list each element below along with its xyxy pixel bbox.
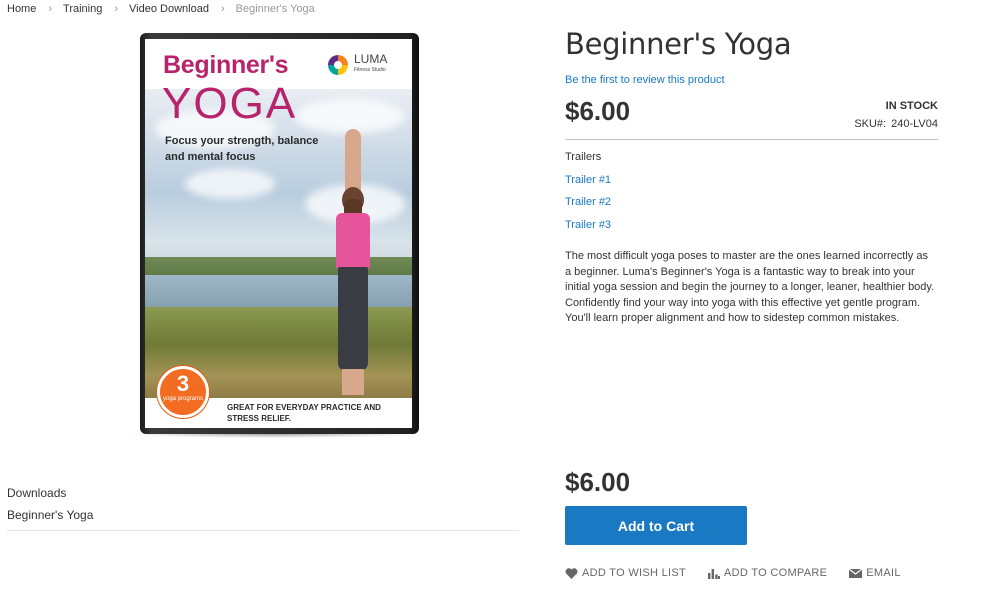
page-title: Beginner's Yoga [565, 27, 792, 61]
product-description: The most difficult yoga poses to master … [565, 250, 935, 324]
programs-badge: 3 yoga programs [157, 366, 209, 418]
cover-tagline: Focus your strength, balance and mental … [165, 135, 319, 163]
badge-text: yoga programs [162, 396, 204, 402]
badge-number: 3 [176, 371, 190, 396]
add-to-wishlist-link[interactable]: ADD TO WISH LIST [565, 567, 686, 579]
add-to-compare-link[interactable]: ADD TO COMPARE [708, 567, 827, 579]
cover-title-beginners: Beginner's [163, 51, 289, 79]
yoga-woman-figure [323, 129, 383, 399]
email-label: EMAIL [866, 567, 901, 579]
trailer-link-2[interactable]: Trailer #2 [565, 196, 611, 208]
downloads-title: Downloads [7, 486, 67, 500]
luma-logo-icon [328, 55, 348, 75]
dvd-cover: Beginner's YOGA Focus your strength, bal… [145, 39, 412, 428]
downloads-section: Downloads Beginner's Yoga [7, 486, 519, 531]
heart-icon [565, 567, 578, 579]
cover-footer-text: GREAT FOR EVERYDAY PRACTICE AND STRESS R… [227, 403, 381, 423]
breadcrumb-training[interactable]: Training [63, 3, 102, 15]
bar-chart-icon [708, 568, 721, 579]
envelope-icon [849, 568, 863, 578]
trailers-title: Trailers [565, 151, 602, 163]
product-image-gallery[interactable]: Beginner's YOGA Focus your strength, bal… [120, 28, 425, 440]
product-price-bottom: $6.00 [565, 467, 631, 497]
stock-status: IN STOCK [885, 100, 938, 112]
email-link[interactable]: EMAIL [849, 567, 901, 579]
dvd-case-image[interactable]: Beginner's YOGA Focus your strength, bal… [140, 33, 419, 434]
breadcrumb-current: Beginner's Yoga [235, 3, 315, 15]
luma-logo: LUMA Fitness Studio [328, 52, 388, 76]
compare-label: ADD TO COMPARE [724, 567, 828, 579]
downloads-item: Beginner's Yoga [7, 508, 94, 522]
sku-label: SKU#: [854, 118, 887, 130]
trailer-link-1[interactable]: Trailer #1 [565, 174, 611, 186]
product-price: $6.00 [565, 96, 631, 126]
divider [565, 139, 938, 140]
chevron-right-icon: › [48, 3, 53, 15]
breadcrumb-home[interactable]: Home [7, 3, 36, 15]
chevron-right-icon: › [114, 3, 119, 15]
sku-value: 240-LV04 [891, 118, 938, 130]
luma-logo-text: LUMA Fitness Studio [354, 52, 388, 73]
breadcrumb: Home › Training › Video Download › Begin… [7, 3, 315, 15]
chevron-right-icon: › [220, 3, 225, 15]
wishlist-label: ADD TO WISH LIST [582, 567, 687, 579]
product-social-actions: ADD TO WISH LIST ADD TO COMPARE EMAIL [565, 567, 923, 579]
trailer-link-3[interactable]: Trailer #3 [565, 219, 611, 231]
add-to-cart-button[interactable]: Add to Cart [565, 506, 747, 545]
product-sku: SKU#: 240-LV04 [854, 118, 938, 130]
review-link[interactable]: Be the first to review this product [565, 74, 725, 86]
cover-title-yoga: YOGA [162, 79, 298, 128]
breadcrumb-video-download[interactable]: Video Download [129, 3, 209, 15]
